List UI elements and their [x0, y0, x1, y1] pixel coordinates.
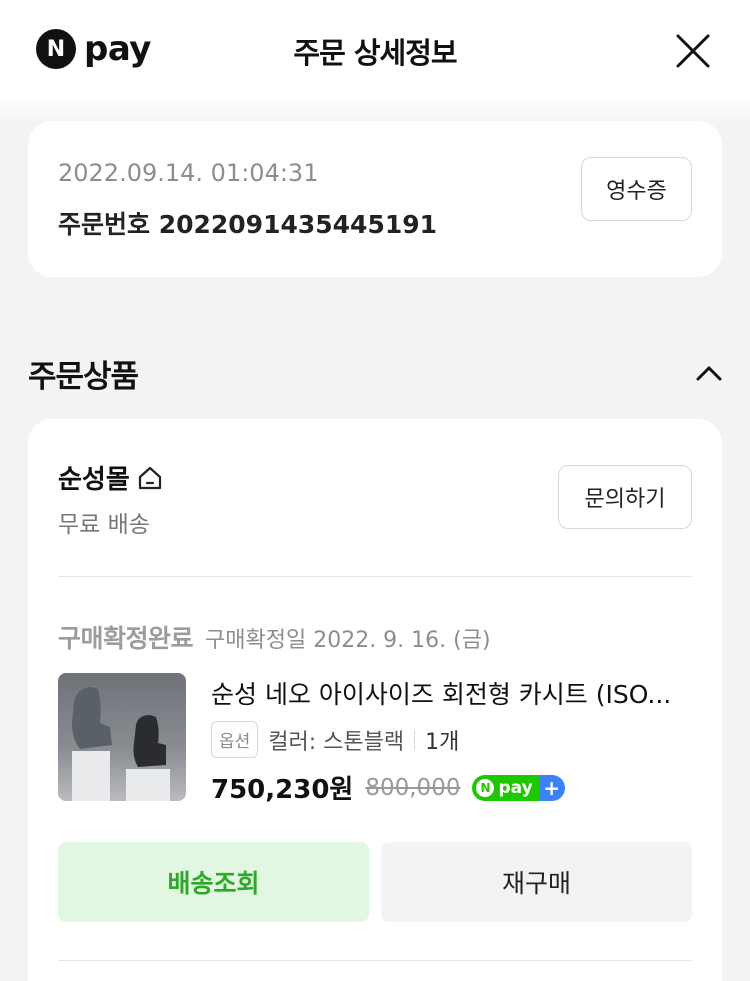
- seller-row[interactable]: 순성몰: [58, 459, 164, 496]
- purchase-status-row: 구매확정완료 구매확정일 2022. 9. 16. (금): [58, 619, 491, 655]
- section-title: 주문상품: [28, 359, 139, 395]
- npay-badge-pill: N pay: [472, 774, 539, 801]
- close-icon: [676, 34, 710, 68]
- home-icon: [138, 466, 161, 489]
- receipt-button[interactable]: 영수증: [581, 157, 692, 221]
- car-seat-image: [72, 687, 170, 801]
- purchase-confirm-date: 구매확정일 2022. 9. 16. (금): [205, 628, 491, 653]
- order-datetime: 2022.09.14. 01:04:31: [58, 159, 319, 187]
- product-option-row: 옵션 컬러: 스톤블랙 1개: [211, 721, 459, 758]
- rebuy-button[interactable]: 재구매: [381, 842, 692, 922]
- order-info-card: 2022.09.14. 01:04:31 주문번호 20220914354451…: [28, 121, 722, 277]
- npay-plus-badge: N pay +: [472, 774, 565, 801]
- page-title: 주문 상세정보: [293, 36, 457, 70]
- npay-badge-text: pay: [498, 777, 533, 798]
- inquiry-button[interactable]: 문의하기: [558, 465, 692, 529]
- option-tag: 옵션: [211, 721, 259, 758]
- price-row: 750,230원 800,000 N pay +: [211, 769, 565, 806]
- product-quantity: 1개: [425, 729, 460, 755]
- track-delivery-button[interactable]: 배송조회: [58, 842, 369, 922]
- order-product-card: 순성몰 무료 배송 문의하기 구매확정완료 구매확정일 2022. 9. 16.…: [28, 419, 722, 981]
- product-name[interactable]: 순성 네오 아이사이즈 회전형 카시트 (ISO...: [211, 675, 691, 711]
- option-value: 컬러: 스톤블랙: [268, 729, 405, 755]
- product-thumbnail[interactable]: [58, 673, 186, 801]
- option-separator: [414, 729, 416, 750]
- divider: [58, 576, 692, 577]
- order-number: 주문번호 2022091435445191: [58, 210, 438, 239]
- divider: [58, 960, 692, 961]
- shipping-fee: 무료 배송: [58, 512, 150, 538]
- purchase-status: 구매확정완료: [58, 624, 194, 653]
- original-price: 800,000: [365, 774, 461, 801]
- seller-name: 순성몰: [58, 465, 130, 495]
- header: N pay 주문 상세정보: [0, 0, 750, 100]
- product-price: 750,230원: [211, 775, 354, 805]
- chevron-up-icon: [696, 366, 722, 381]
- close-button[interactable]: [672, 30, 714, 72]
- plus-icon: +: [538, 774, 565, 801]
- npay-badge-icon: N: [476, 778, 495, 797]
- collapse-toggle[interactable]: [692, 360, 726, 386]
